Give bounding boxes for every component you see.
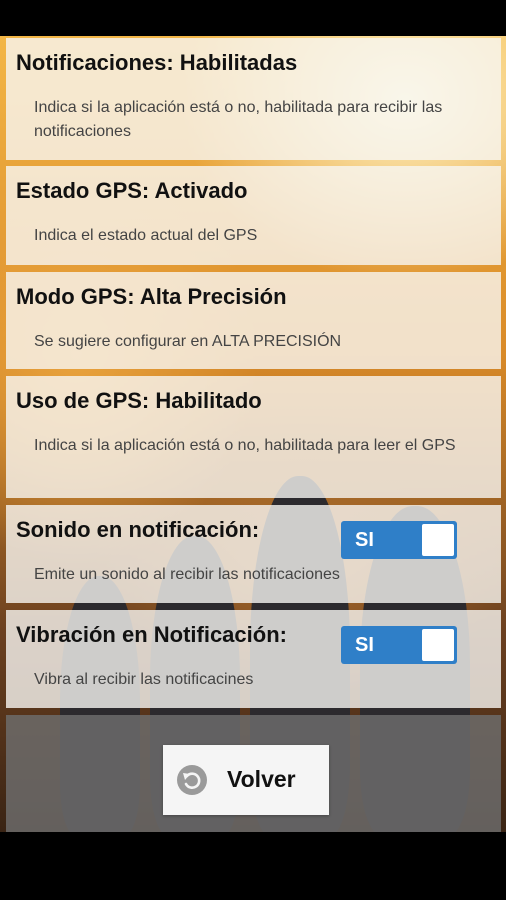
setting-title: Uso de GPS: Habilitado [16, 388, 262, 413]
setting-notifications: Notificaciones: Habilitadas Indica si la… [6, 38, 501, 160]
setting-description: Vibra al recibir las notificacines [34, 671, 254, 688]
back-button-label: Volver [227, 766, 296, 792]
setting-title: Modo GPS: Alta Precisión [16, 284, 287, 309]
setting-description: Emite un sonido al recibir las notificac… [34, 566, 340, 583]
undo-icon [177, 765, 207, 795]
setting-sound: Sonido en notificación: Emite un sonido … [6, 505, 501, 603]
setting-description: Se sugiere configurar en ALTA PRECISIÓN [34, 333, 342, 350]
toggle-label: SI [355, 529, 374, 551]
vibration-toggle[interactable]: SI [341, 626, 457, 664]
back-button[interactable]: Volver [163, 745, 329, 815]
setting-description: Indica si la aplicación está o no, habil… [34, 437, 456, 454]
setting-title: Estado GPS: Activado [16, 178, 248, 203]
setting-title: Vibración en Notificación: [16, 622, 287, 647]
setting-title: Notificaciones: Habilitadas [16, 50, 298, 75]
setting-description: Indica el estado actual del GPS [34, 227, 258, 244]
setting-vibration: Vibración en Notificación: Vibra al reci… [6, 610, 501, 708]
navigation-bar [0, 832, 506, 900]
sound-toggle[interactable]: SI [341, 521, 457, 559]
setting-description: Indica si la aplicación está o no, habil… [34, 99, 443, 140]
setting-title: Sonido en notificación: [16, 517, 260, 542]
setting-gps-status: Estado GPS: Activado Indica el estado ac… [6, 166, 501, 265]
toggle-label: SI [355, 634, 374, 656]
setting-gps-mode: Modo GPS: Alta Precisión Se sugiere conf… [6, 272, 501, 369]
toggle-knob [422, 629, 454, 661]
status-bar [0, 0, 506, 36]
setting-gps-usage: Uso de GPS: Habilitado Indica si la apli… [6, 376, 501, 498]
toggle-knob [422, 524, 454, 556]
